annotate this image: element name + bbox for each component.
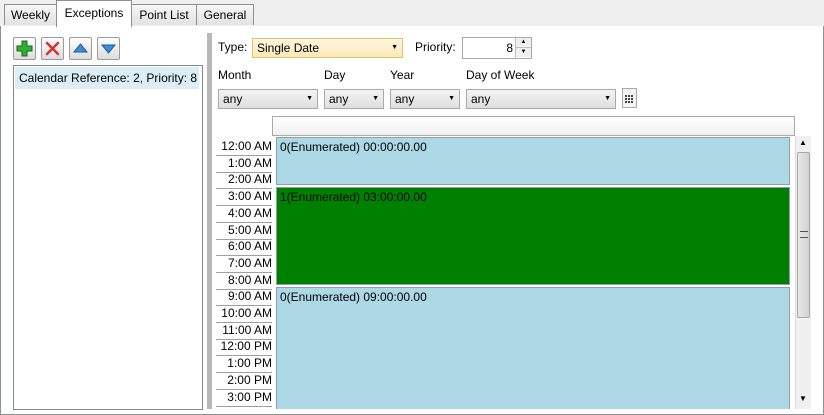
time-label: 3:00 PM (216, 389, 272, 407)
time-label: 2:00 AM (216, 171, 272, 190)
tab-exceptions[interactable]: Exceptions (56, 0, 132, 27)
chevron-down-icon: ▼ (604, 95, 611, 102)
priority-down-button[interactable]: ▼ (516, 48, 531, 57)
time-label: 9:00 AM (216, 288, 272, 307)
time-label: 12:00 PM (216, 338, 272, 357)
priority-value: 8 (506, 41, 513, 55)
chevron-down-icon: ▼ (306, 95, 313, 102)
arrow-up-icon (72, 43, 89, 53)
vertical-scrollbar[interactable]: ▲ ▼ (795, 136, 811, 409)
day-label: Day (324, 68, 346, 82)
tab-general[interactable]: General (196, 4, 254, 25)
arrow-down-icon (100, 44, 117, 54)
grip-icon (800, 231, 808, 238)
time-label: 7:00 AM (216, 255, 272, 273)
day-of-week-value: any (471, 92, 491, 106)
day-dropdown[interactable]: any ▼ (324, 89, 384, 109)
chevron-down-icon: ▼ (372, 95, 379, 102)
chevron-down-icon: ▼ (391, 44, 398, 51)
time-label: 3:00 AM (216, 188, 272, 207)
schedule-block[interactable]: 1(Enumerated) 03:00:00.00 (276, 187, 790, 285)
exceptions-listbox[interactable]: Calendar Reference: 2, Priority: 8 (13, 65, 203, 410)
tab-weekly[interactable]: Weekly (4, 4, 57, 25)
tab-point-list[interactable]: Point List (131, 4, 197, 25)
time-label: 10:00 AM (216, 305, 272, 323)
splitter[interactable] (207, 33, 212, 409)
year-dropdown[interactable]: any ▼ (390, 89, 460, 109)
day-of-week-dropdown[interactable]: any ▼ (466, 89, 616, 109)
year-label: Year (390, 68, 415, 82)
time-label: 1:00 AM (216, 155, 272, 173)
month-value: any (223, 92, 243, 106)
scrollbar-thumb[interactable] (797, 152, 810, 318)
schedule-block-label: 0(Enumerated) 09:00:00.00 (280, 290, 427, 304)
list-item[interactable]: Calendar Reference: 2, Priority: 8 (15, 67, 199, 89)
schedule-view[interactable]: 12:00 AM 1:00 AM 2:00 AM 3:00 AM 4:00 AM 5:00… (216, 136, 811, 409)
calendar-button[interactable] (622, 88, 637, 108)
schedule-block-label: 0(Enumerated) 00:00:00.00 (280, 140, 427, 154)
delete-exception-button[interactable] (41, 37, 64, 60)
time-label: 2:00 PM (216, 372, 272, 390)
day-value: any (329, 92, 349, 106)
schedule-block[interactable]: 0(Enumerated) 09:00:00.00 (276, 287, 790, 409)
schedule-block-label: 1(Enumerated) 03:00:00.00 (280, 190, 427, 204)
priority-stepper[interactable]: 8 ▲ ▼ (462, 37, 532, 59)
time-label: 12:00 AM (216, 138, 272, 156)
calendar-icon (625, 95, 633, 103)
type-label: Type: (218, 40, 248, 54)
scroll-up-icon[interactable]: ▲ (799, 138, 807, 147)
time-label: 8:00 AM (216, 272, 272, 290)
day-of-week-label: Day of Week (466, 68, 535, 82)
year-value: any (395, 92, 415, 106)
time-column: 12:00 AM 1:00 AM 2:00 AM 3:00 AM 4:00 AM 5:00… (216, 136, 274, 409)
time-label: 4:00 AM (216, 205, 272, 223)
add-exception-button[interactable] (13, 37, 36, 60)
move-up-button[interactable] (69, 37, 92, 60)
plus-icon (16, 40, 33, 57)
month-label: Month (218, 68, 252, 82)
priority-label: Priority: (415, 40, 456, 54)
x-icon (45, 41, 60, 56)
time-label: 6:00 AM (216, 238, 272, 257)
priority-up-button[interactable]: ▲ (516, 38, 531, 48)
schedule-block[interactable]: 0(Enumerated) 00:00:00.00 (276, 137, 790, 185)
time-label: 11:00 AM (216, 322, 272, 340)
time-label: 5:00 AM (216, 222, 272, 240)
schedule-header (272, 116, 795, 136)
scroll-down-icon[interactable]: ▼ (799, 394, 807, 403)
month-dropdown[interactable]: any ▼ (218, 89, 318, 109)
time-label: 1:00 PM (216, 355, 272, 374)
move-down-button[interactable] (97, 37, 120, 60)
chevron-down-icon: ▼ (448, 95, 455, 102)
type-dropdown[interactable]: Single Date ▼ (252, 38, 403, 58)
type-value: Single Date (257, 41, 320, 55)
